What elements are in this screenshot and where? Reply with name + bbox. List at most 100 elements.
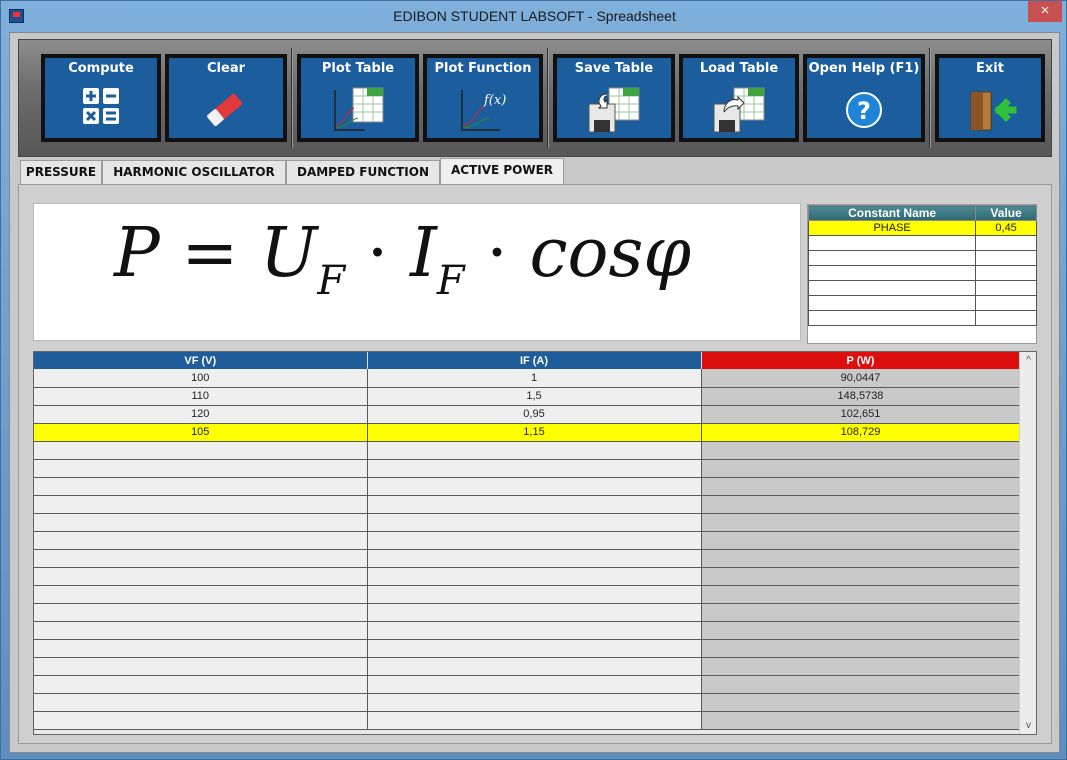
if-cell[interactable]: 1: [367, 369, 702, 388]
if-cell[interactable]: [367, 621, 702, 640]
constant-row[interactable]: [807, 265, 1037, 281]
scroll-down-icon[interactable]: v: [1020, 717, 1036, 734]
plot-function-button[interactable]: Plot Function f(x): [423, 54, 543, 142]
table-row[interactable]: [34, 621, 1021, 640]
vf-cell[interactable]: 110: [34, 387, 368, 406]
p-cell[interactable]: [701, 711, 1021, 730]
vf-cell[interactable]: [34, 621, 368, 640]
constant-row[interactable]: [807, 235, 1037, 251]
table-row[interactable]: [34, 459, 1021, 478]
if-column-header[interactable]: IF (A): [367, 352, 702, 369]
vf-cell[interactable]: [34, 567, 368, 586]
compute-button[interactable]: Compute: [41, 54, 161, 142]
table-row[interactable]: [34, 513, 1021, 532]
p-cell[interactable]: [701, 567, 1021, 586]
if-cell[interactable]: [367, 585, 702, 604]
load-table-button[interactable]: Load Table: [679, 54, 799, 142]
vf-cell[interactable]: [34, 675, 368, 694]
constant-name-cell[interactable]: PHASE: [807, 220, 977, 236]
p-cell[interactable]: [701, 477, 1021, 496]
if-cell[interactable]: [367, 441, 702, 460]
vf-cell[interactable]: [34, 549, 368, 568]
if-cell[interactable]: [367, 675, 702, 694]
table-row[interactable]: [34, 441, 1021, 460]
p-cell[interactable]: 90,0447: [701, 369, 1021, 388]
if-cell[interactable]: 1,5: [367, 387, 702, 406]
table-row[interactable]: [34, 693, 1021, 712]
if-cell[interactable]: [367, 657, 702, 676]
table-row[interactable]: [34, 495, 1021, 514]
vf-cell[interactable]: 100: [34, 369, 368, 388]
p-cell[interactable]: [701, 513, 1021, 532]
constant-row[interactable]: PHASE 0,45: [807, 220, 1037, 236]
table-row[interactable]: [34, 585, 1021, 604]
p-cell[interactable]: [701, 585, 1021, 604]
p-column-header[interactable]: P (W): [701, 352, 1021, 369]
clear-button[interactable]: Clear: [165, 54, 287, 142]
vf-cell[interactable]: 105: [34, 423, 368, 442]
scroll-up-icon[interactable]: ^: [1020, 352, 1036, 369]
table-row[interactable]: 110 1,5 148,5738: [34, 387, 1021, 406]
constant-name-cell[interactable]: [807, 310, 977, 326]
constant-name-cell[interactable]: [807, 280, 977, 296]
p-cell[interactable]: [701, 603, 1021, 622]
constant-row[interactable]: [807, 295, 1037, 311]
constant-value-cell[interactable]: [975, 265, 1037, 281]
table-row[interactable]: 120 0,95 102,651: [34, 405, 1021, 424]
if-cell[interactable]: [367, 639, 702, 658]
if-cell[interactable]: [367, 549, 702, 568]
if-cell[interactable]: [367, 495, 702, 514]
if-cell[interactable]: [367, 477, 702, 496]
constant-value-cell[interactable]: 0,45: [975, 220, 1037, 236]
table-row[interactable]: 100 1 90,0447: [34, 369, 1021, 388]
vf-column-header[interactable]: VF (V): [34, 352, 368, 369]
p-cell[interactable]: [701, 549, 1021, 568]
close-button[interactable]: ×: [1028, 1, 1062, 22]
table-row[interactable]: [34, 639, 1021, 658]
table-row[interactable]: [34, 675, 1021, 694]
constant-value-cell[interactable]: [975, 310, 1037, 326]
if-cell[interactable]: 1,15: [367, 423, 702, 442]
table-row[interactable]: [34, 477, 1021, 496]
vf-cell[interactable]: [34, 459, 368, 478]
table-row[interactable]: [34, 711, 1021, 730]
vf-cell[interactable]: [34, 585, 368, 604]
p-cell[interactable]: [701, 459, 1021, 478]
vf-cell[interactable]: [34, 441, 368, 460]
p-cell[interactable]: [701, 531, 1021, 550]
save-table-button[interactable]: Save Table: [553, 54, 675, 142]
p-cell[interactable]: [701, 657, 1021, 676]
constant-name-cell[interactable]: [807, 250, 977, 266]
vf-cell[interactable]: 120: [34, 405, 368, 424]
vf-cell[interactable]: [34, 513, 368, 532]
vf-cell[interactable]: [34, 693, 368, 712]
constant-value-cell[interactable]: [975, 280, 1037, 296]
if-cell[interactable]: [367, 711, 702, 730]
tab-damped-function[interactable]: DAMPED FUNCTION: [286, 160, 440, 184]
tab-active-power[interactable]: ACTIVE POWER: [440, 158, 564, 185]
vf-cell[interactable]: [34, 711, 368, 730]
p-cell[interactable]: [701, 675, 1021, 694]
vf-cell[interactable]: [34, 639, 368, 658]
if-cell[interactable]: 0,95: [367, 405, 702, 424]
table-row[interactable]: [34, 657, 1021, 676]
p-cell[interactable]: 102,651: [701, 405, 1021, 424]
exit-button[interactable]: Exit: [935, 54, 1045, 142]
vf-cell[interactable]: [34, 657, 368, 676]
p-cell[interactable]: 148,5738: [701, 387, 1021, 406]
p-cell[interactable]: [701, 441, 1021, 460]
plot-table-button[interactable]: Plot Table: [297, 54, 419, 142]
vf-cell[interactable]: [34, 531, 368, 550]
p-cell[interactable]: 108,729: [701, 423, 1021, 442]
vf-cell[interactable]: [34, 495, 368, 514]
table-row[interactable]: [34, 567, 1021, 586]
if-cell[interactable]: [367, 531, 702, 550]
constant-row[interactable]: [807, 250, 1037, 266]
constant-value-cell[interactable]: [975, 235, 1037, 251]
if-cell[interactable]: [367, 567, 702, 586]
vf-cell[interactable]: [34, 477, 368, 496]
if-cell[interactable]: [367, 459, 702, 478]
constant-row[interactable]: [807, 310, 1037, 326]
constant-name-cell[interactable]: [807, 265, 977, 281]
if-cell[interactable]: [367, 603, 702, 622]
